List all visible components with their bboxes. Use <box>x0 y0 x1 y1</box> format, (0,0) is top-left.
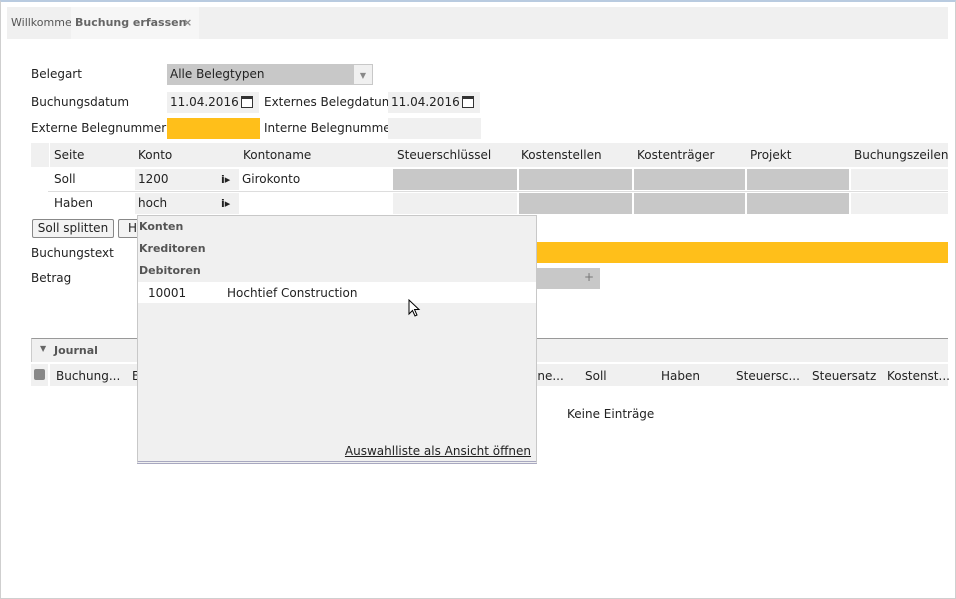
journal-col[interactable]: Kostenst... <box>887 369 950 383</box>
row-haben-text[interactable] <box>851 193 948 214</box>
col-kostenstellen[interactable]: Kostenstellen <box>521 148 602 162</box>
konto-value: 1200 <box>138 172 169 186</box>
row-soll-konto-input[interactable]: 1200 i▸ <box>135 169 239 190</box>
dropdown-item[interactable]: 10001 Hochtief Construction <box>138 282 536 303</box>
belegart-label: Belegart <box>31 67 82 81</box>
open-view-link[interactable]: Auswahlliste als Ansicht öffnen <box>345 444 531 458</box>
row-soll-kostentraeger[interactable] <box>634 169 745 190</box>
ext-belegdatum-input[interactable]: 11.04.2016 <box>388 92 480 113</box>
row-haben-seite: Haben <box>54 196 93 210</box>
ext-belegnr-label: Externe Belegnummer <box>31 121 167 135</box>
chevron-down-icon[interactable]: ▼ <box>353 64 373 85</box>
journal-col[interactable]: Steuersatz <box>812 369 876 383</box>
group-debitoren: Debitoren <box>139 264 201 277</box>
collapse-icon[interactable]: ▼ <box>40 344 46 353</box>
grid-header <box>50 143 948 167</box>
item-name: Hochtief Construction <box>227 286 358 300</box>
col-steuerschluessel[interactable]: Steuerschlüssel <box>397 148 491 162</box>
soll-splitten-button[interactable]: Soll splitten <box>32 219 114 238</box>
info-icon[interactable]: i▸ <box>221 169 230 190</box>
journal-col[interactable]: Soll <box>585 369 607 383</box>
row-soll-seite: Soll <box>54 172 76 186</box>
mouse-cursor-icon <box>408 299 421 317</box>
buchungsdatum-input[interactable]: 11.04.2016 <box>167 92 259 113</box>
journal-empty: Keine Einträge <box>567 407 655 421</box>
group-konten: Konten <box>139 220 184 233</box>
buchungsdatum-label: Buchungsdatum <box>31 95 130 109</box>
buchungsdatum-value: 11.04.2016 <box>170 95 239 109</box>
ext-belegnr-input[interactable] <box>167 118 260 139</box>
row-haben-kostenstellen[interactable] <box>519 193 632 214</box>
plus-icon[interactable]: + <box>584 270 594 284</box>
row-haben-konto-input[interactable]: hoch i▸ <box>135 193 239 214</box>
col-projekt[interactable]: Projekt <box>750 148 791 162</box>
journal-title: Journal <box>54 344 98 357</box>
close-icon[interactable]: × <box>183 7 192 39</box>
row-soll-text[interactable] <box>851 169 948 190</box>
col-kostentraeger[interactable]: Kostenträger <box>637 148 714 162</box>
col-buchungszeilentext[interactable]: Buchungszeilentext <box>854 148 948 162</box>
tab-label: Buchung erfassen <box>75 16 187 29</box>
belegart-select[interactable]: Alle Belegtypen ▼ <box>167 64 373 85</box>
print-cell[interactable] <box>31 364 48 386</box>
ext-belegdatum-value: 11.04.2016 <box>391 95 460 109</box>
row-soll-kostenstellen[interactable] <box>519 169 632 190</box>
group-kreditoren: Kreditoren <box>139 242 206 255</box>
row-soll-projekt[interactable] <box>747 169 849 190</box>
konto-value: hoch <box>138 196 168 210</box>
int-belegnr-input[interactable] <box>388 118 481 139</box>
journal-col[interactable]: Haben <box>661 369 700 383</box>
row-haben-projekt[interactable] <box>747 193 849 214</box>
row-divider <box>48 191 948 192</box>
tab-buchung-erfassen[interactable]: Buchung erfassen × <box>71 7 199 39</box>
ext-belegdatum-label: Externes Belegdatum <box>264 95 394 109</box>
item-number: 10001 <box>148 286 187 300</box>
row-soll-kontoname: Girokonto <box>242 172 301 186</box>
calendar-icon[interactable] <box>462 96 474 108</box>
belegart-value: Alle Belegtypen <box>170 67 265 81</box>
int-belegnr-label: Interne Belegnummer <box>264 121 396 135</box>
row-soll-steuer[interactable] <box>393 169 517 190</box>
col-seite[interactable]: Seite <box>54 148 84 162</box>
journal-col[interactable]: Steuersc... <box>736 369 800 383</box>
col-kontoname[interactable]: Kontoname <box>243 148 311 162</box>
buchungstext-label: Buchungstext <box>31 246 114 260</box>
col-konto[interactable]: Konto <box>138 148 172 162</box>
grid-corner <box>31 143 49 167</box>
print-icon[interactable] <box>34 369 45 380</box>
journal-col[interactable]: Buchung... <box>56 369 120 383</box>
calendar-icon[interactable] <box>241 96 253 108</box>
row-haben-steuer[interactable] <box>393 193 517 214</box>
betrag-label: Betrag <box>31 271 72 285</box>
row-haben-kostentraeger[interactable] <box>634 193 745 214</box>
info-icon[interactable]: i▸ <box>221 193 230 214</box>
konto-dropdown: Konten Kreditoren Debitoren 10001 Hochti… <box>137 215 537 464</box>
